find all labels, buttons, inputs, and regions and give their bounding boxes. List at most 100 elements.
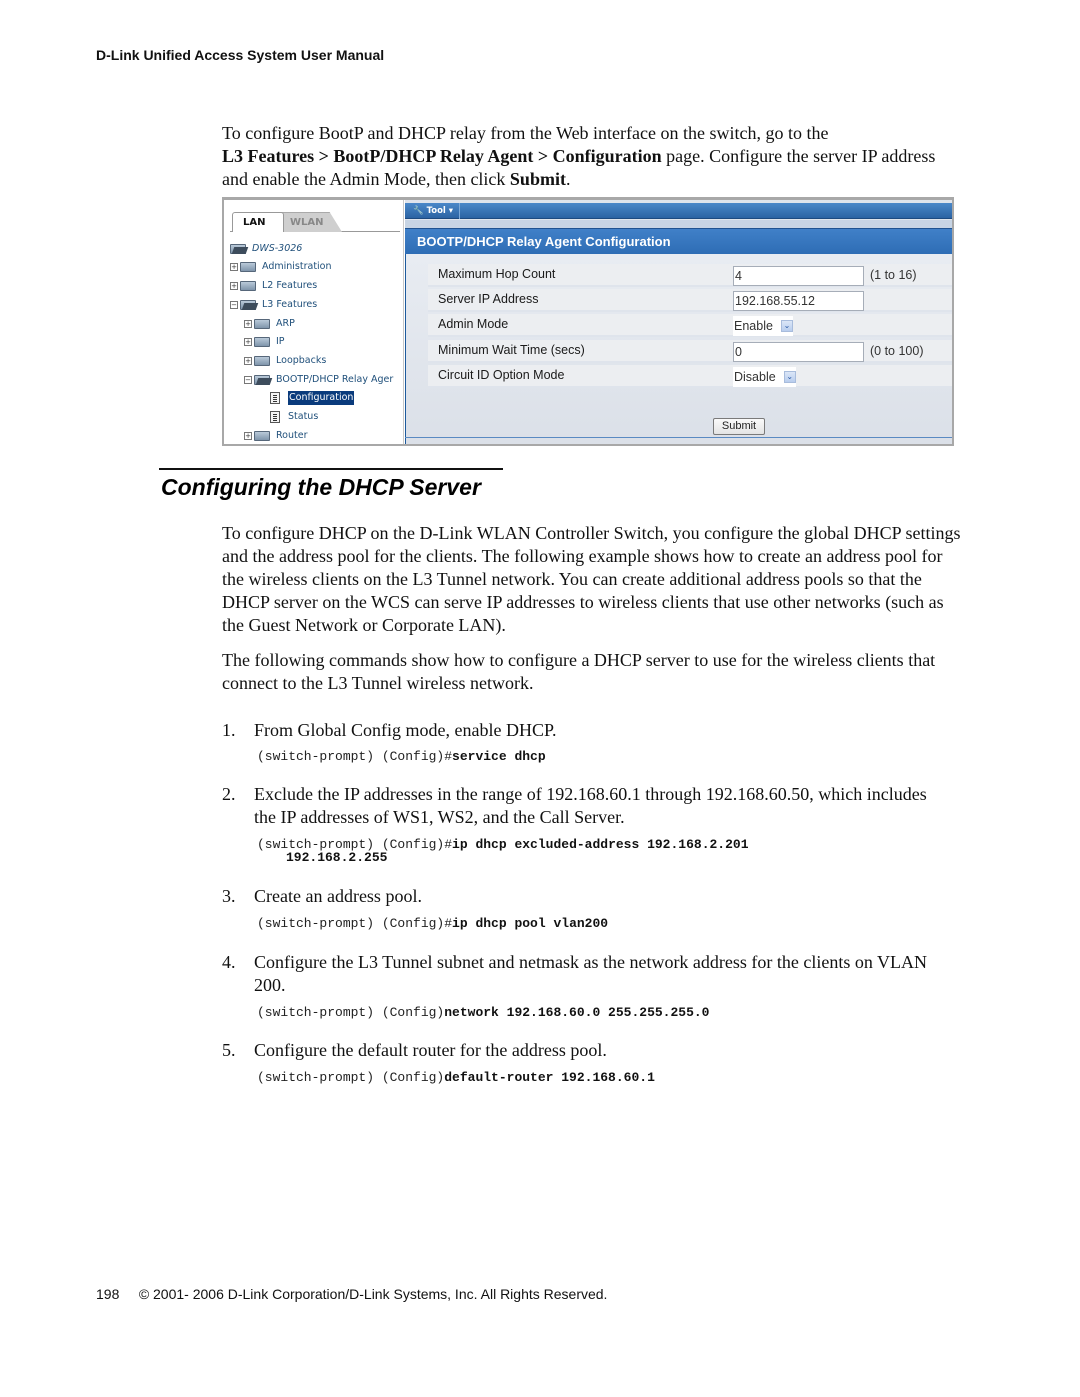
range-hint: (0 to 100): [870, 344, 924, 358]
step-text: From Global Config mode, enable DHCP.: [254, 720, 557, 740]
tree-item-label: ARP: [276, 318, 295, 329]
server-ip-input[interactable]: 192.168.55.12: [733, 291, 864, 311]
cli-prompt: (switch-prompt) (Config)#: [257, 749, 453, 764]
expand-icon[interactable]: +: [244, 357, 252, 365]
row-max-hop-count: Maximum Hop Count 4 (1 to 16): [428, 264, 952, 287]
step-number: 3.: [222, 886, 236, 906]
tree-item-l3-features[interactable]: − L3 Features: [230, 298, 317, 312]
select-value: Disable: [734, 370, 776, 384]
tree-item-loopbacks[interactable]: + Loopbacks: [244, 354, 326, 368]
tool-menu-button[interactable]: 🔧 Tool ▾: [407, 203, 461, 219]
cli-prompt: (switch-prompt) (Config)#: [257, 916, 453, 931]
expand-icon[interactable]: +: [244, 432, 252, 440]
web-ui-screenshot: LAN WLAN DWS-3026 + Administration + L2 …: [222, 197, 954, 446]
expand-icon[interactable]: +: [230, 282, 238, 290]
step-text: Configure the default router for the add…: [254, 1040, 607, 1060]
tree-item-status[interactable]: Status: [270, 410, 318, 424]
cli-prompt: (switch-prompt) (Config): [257, 1070, 445, 1085]
paragraph: The following commands show how to confi…: [222, 650, 936, 693]
chevron-down-icon[interactable]: ⌄: [780, 320, 793, 332]
folder-icon: [254, 319, 270, 329]
copyright: © 2001- 2006 D-Link Corporation/D-Link S…: [138, 1286, 608, 1302]
collapse-icon[interactable]: −: [230, 301, 238, 309]
step-number: 1.: [222, 720, 236, 740]
command-5: (switch-prompt) (Config)default-router 1…: [257, 1070, 655, 1085]
min-wait-time-input[interactable]: 0: [733, 342, 864, 362]
folder-icon: [254, 431, 270, 441]
expand-icon[interactable]: +: [244, 320, 252, 328]
navigation-pane: LAN WLAN DWS-3026 + Administration + L2 …: [224, 200, 404, 444]
tree-item-label-selected: Configuration: [288, 391, 355, 405]
tree-item-configuration[interactable]: Configuration: [270, 391, 355, 405]
intro-paragraph: To configure BootP and DHCP relay from t…: [222, 122, 962, 191]
folder-icon: [240, 281, 256, 291]
cli-command: service dhcp: [452, 749, 546, 764]
step-number: 5.: [222, 1040, 236, 1060]
tree-item-label: IP: [276, 336, 285, 347]
tree-item-l2-features[interactable]: + L2 Features: [230, 279, 317, 293]
field-label: Circuit ID Option Mode: [438, 368, 565, 382]
expand-icon[interactable]: +: [230, 263, 238, 271]
page-icon: [270, 392, 280, 404]
nav-tabs: LAN WLAN: [230, 210, 400, 232]
tree-item-label: BOOTP/DHCP Relay Ager: [276, 374, 394, 385]
period: .: [565, 169, 571, 189]
command-1: (switch-prompt) (Config)#service dhcp: [257, 749, 546, 764]
tree-item-arp[interactable]: + ARP: [244, 317, 295, 331]
page-footer: 198 © 2001- 2006 D-Link Corporation/D-Li…: [96, 1286, 607, 1302]
cli-command: network 192.168.60.0 255.255.255.0: [444, 1005, 710, 1020]
field-label: Maximum Hop Count: [438, 267, 556, 281]
chevron-down-icon[interactable]: ⌄: [783, 371, 796, 383]
command-3: (switch-prompt) (Config)#ip dhcp pool vl…: [257, 916, 608, 931]
menu-path: L3 Features > BootP/DHCP Relay Agent > C…: [222, 146, 662, 166]
step-text: Configure the L3 Tunnel subnet and netma…: [254, 952, 928, 995]
cli-prompt: (switch-prompt) (Config): [257, 1005, 445, 1020]
step-number: 4.: [222, 952, 236, 972]
submit-reference: Submit: [509, 169, 566, 189]
tab-wlan[interactable]: WLAN: [280, 212, 342, 232]
tree-root[interactable]: DWS-3026: [230, 242, 302, 256]
collapse-icon[interactable]: −: [244, 376, 252, 384]
divider: [405, 437, 952, 438]
section-title: Configuring the DHCP Server: [161, 474, 481, 500]
tree-item-label: L2 Features: [262, 280, 318, 291]
field-label: Admin Mode: [438, 317, 509, 331]
tree-item-label: Status: [288, 411, 319, 422]
tree-item-label: Loopbacks: [276, 355, 327, 366]
folder-open-icon: [240, 300, 256, 310]
config-form: Maximum Hop Count 4 (1 to 16) Server IP …: [405, 254, 952, 444]
admin-mode-select[interactable]: Enable ⌄: [733, 316, 793, 336]
select-value: Enable: [734, 319, 773, 333]
page-icon: [270, 411, 280, 423]
submit-button[interactable]: Submit: [713, 418, 765, 435]
folder-icon: [240, 262, 256, 272]
toolbar-separator: [405, 220, 952, 228]
circuit-id-mode-select[interactable]: Disable ⌄: [733, 367, 796, 387]
row-circuit-id: Circuit ID Option Mode Disable ⌄: [428, 365, 952, 388]
field-label: Minimum Wait Time (secs): [438, 343, 585, 357]
toolbar: 🔧 Tool ▾: [405, 203, 952, 219]
max-hop-count-input[interactable]: 4: [733, 266, 864, 286]
tree-item-administration[interactable]: + Administration: [230, 260, 332, 274]
tree-item-bootp-dhcp-relay[interactable]: − BOOTP/DHCP Relay Ager: [244, 373, 393, 387]
tree-root-label: DWS-3026: [252, 243, 303, 254]
tree-item-label: L3 Features: [262, 299, 318, 310]
row-min-wait-time: Minimum Wait Time (secs) 0 (0 to 100): [428, 340, 952, 363]
tree-item-router[interactable]: + Router: [244, 429, 307, 443]
row-server-ip: Server IP Address 192.168.55.12: [428, 289, 952, 312]
cli-command: ip dhcp excluded-address 192.168.2.201: [452, 837, 749, 852]
section-rule: [159, 468, 503, 470]
step-text: Create an address pool.: [254, 886, 422, 906]
cli-command-cont: 192.168.2.255: [286, 850, 388, 865]
command-4: (switch-prompt) (Config)network 192.168.…: [257, 1005, 709, 1020]
panel-title: BOOTP/DHCP Relay Agent Configuration: [405, 228, 952, 254]
expand-icon[interactable]: +: [244, 338, 252, 346]
tree-item-label: Administration: [262, 261, 332, 272]
row-admin-mode: Admin Mode Enable ⌄: [428, 314, 952, 337]
tab-lan[interactable]: LAN: [232, 212, 284, 232]
cli-command: ip dhcp pool vlan200: [452, 916, 609, 931]
range-hint: (1 to 16): [870, 268, 917, 282]
tree-item-ip[interactable]: + IP: [244, 335, 285, 349]
tree-item-label: Router: [276, 430, 308, 441]
folder-open-icon: [254, 375, 270, 385]
